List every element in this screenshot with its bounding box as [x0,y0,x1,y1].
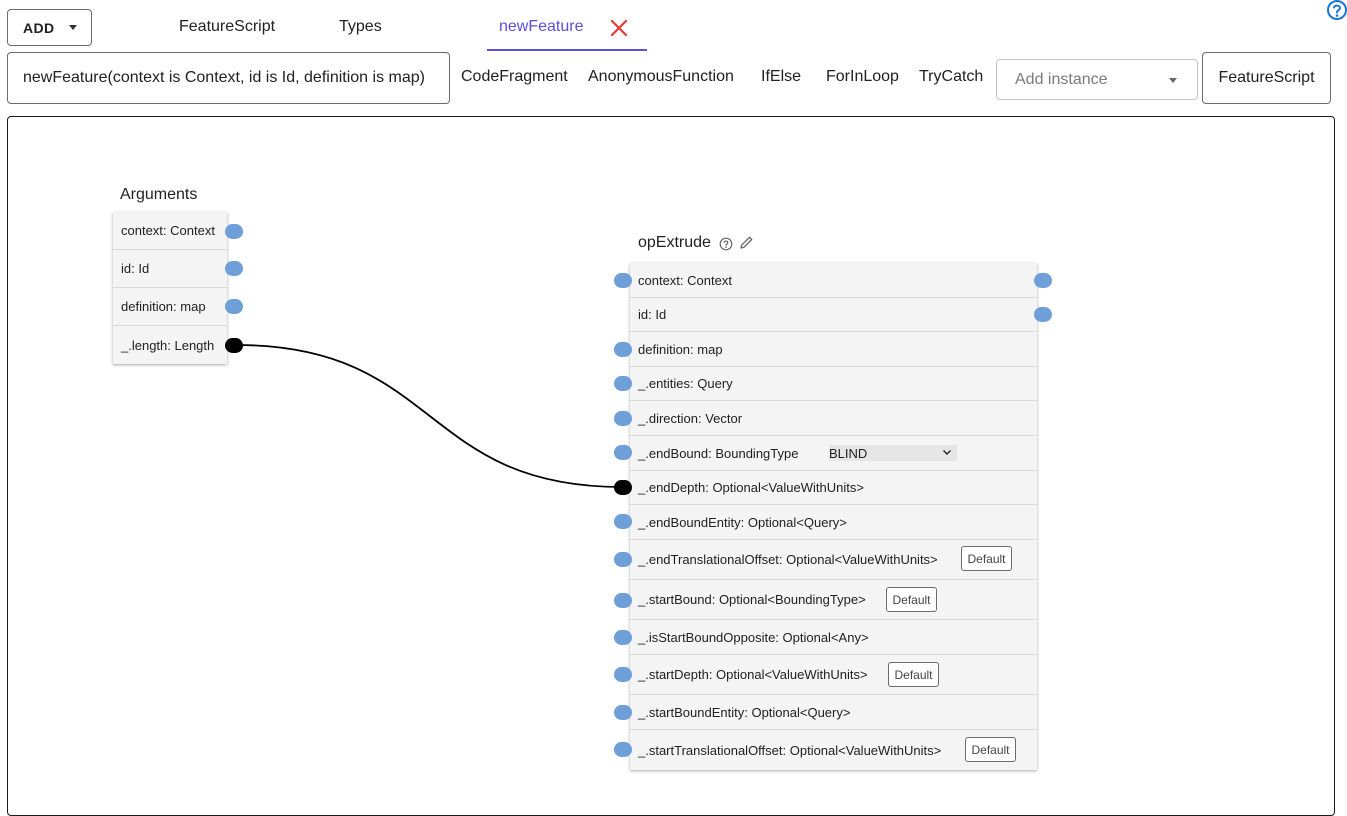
param-label: _.entities: Query [638,376,733,391]
input-port[interactable] [614,667,632,682]
snippet-forinloop[interactable]: ForInLoop [826,68,899,86]
add-instance-placeholder: Add instance [1015,70,1108,88]
arguments-node-title: Arguments [120,186,198,203]
caret-down-icon [68,25,77,30]
param-row-endtranslationaloffset[interactable]: _.endTranslationalOffset: Optional<Value… [630,540,1037,580]
help-icon[interactable] [719,237,733,251]
param-row-direction[interactable]: _.direction: Vector [630,401,1037,436]
active-tab-indicator [487,49,647,51]
argument-label: id: Id [121,261,150,276]
input-port[interactable] [614,705,632,720]
add-dropdown-button[interactable]: ADD [7,9,92,46]
featurescript-button[interactable]: FeatureScript [1202,52,1331,104]
output-port[interactable] [1034,307,1052,322]
param-label: _.startDepth: Optional<ValueWithUnits> [638,667,868,682]
param-label: _.startBound: Optional<BoundingType> [638,592,866,607]
param-label: _.endDepth: Optional<ValueWithUnits> [638,480,864,495]
input-port-connected[interactable] [614,480,632,495]
default-button[interactable]: Default [961,546,1012,571]
param-label: _.startBoundEntity: Optional<Query> [638,704,851,720]
param-label: _.endBoundEntity: Optional<Query> [638,514,847,530]
argument-row-definition[interactable]: definition: map [113,288,227,326]
output-port[interactable] [225,299,243,314]
op-extrude-node[interactable]: context: Context id: Id definition: map … [630,263,1037,770]
snippet-codefragment[interactable]: CodeFragment [461,68,568,86]
param-row-entities[interactable]: _.entities: Query [630,367,1037,401]
param-label: _.endBound: BoundingType [638,445,799,461]
param-row-context[interactable]: context: Context [630,263,1037,298]
edit-pencil-icon[interactable] [739,235,754,250]
input-port[interactable] [614,593,632,608]
argument-label: context: Context [121,223,215,238]
param-row-isstartboundopposite[interactable]: _.isStartBoundOpposite: Optional<Any> [630,620,1037,655]
default-button[interactable]: Default [886,587,937,612]
tab-types[interactable]: Types [339,18,382,36]
param-row-startdepth[interactable]: _.startDepth: Optional<ValueWithUnits> D… [630,655,1037,695]
param-row-definition[interactable]: definition: map [630,332,1037,367]
param-label: id: Id [638,307,667,322]
param-label: definition: map [638,341,723,357]
input-port[interactable] [614,411,632,426]
close-icon[interactable] [608,17,630,39]
add-instance-select[interactable]: Add instance [996,59,1198,100]
argument-row-length[interactable]: _.length: Length [113,326,227,364]
argument-row-id[interactable]: id: Id [113,250,227,288]
snippet-trycatch[interactable]: TryCatch [919,68,983,86]
param-row-endboundentity[interactable]: _.endBoundEntity: Optional<Query> [630,505,1037,540]
param-row-starttranslationaloffset[interactable]: _.startTranslationalOffset: Optional<Val… [630,730,1037,770]
default-button[interactable]: Default [965,737,1016,762]
endbound-select[interactable]: BLIND [829,445,957,461]
output-port[interactable] [225,224,243,239]
add-button-label: ADD [23,19,55,36]
input-port[interactable] [614,342,632,357]
param-row-startboundentity[interactable]: _.startBoundEntity: Optional<Query> [630,695,1037,730]
function-signature-field[interactable]: newFeature(context is Context, id is Id,… [7,52,450,104]
input-port[interactable] [614,445,632,460]
input-port[interactable] [614,630,632,645]
param-row-enddepth[interactable]: _.endDepth: Optional<ValueWithUnits> [630,471,1037,505]
input-port[interactable] [614,742,632,757]
argument-label: definition: map [121,299,206,314]
param-label: context: Context [638,272,732,288]
snippet-anonymousfunction[interactable]: AnonymousFunction [588,68,734,86]
default-button[interactable]: Default [888,662,939,687]
argument-row-context[interactable]: context: Context [113,212,227,250]
chevron-down-icon [943,450,951,455]
tab-newfeature[interactable]: newFeature [499,18,584,36]
param-row-startbound[interactable]: _.startBound: Optional<BoundingType> Def… [630,580,1037,620]
snippet-ifelse[interactable]: IfElse [761,68,801,86]
input-port[interactable] [614,273,632,288]
endbound-select-value: BLIND [829,445,868,461]
op-node-title: opExtrude [638,234,711,251]
caret-down-icon [1169,78,1177,83]
param-label: _.startTranslationalOffset: Optional<Val… [638,742,942,758]
param-row-endbound[interactable]: _.endBound: BoundingType BLIND [630,436,1037,471]
param-row-id[interactable]: id: Id [630,298,1037,332]
help-icon[interactable] [1326,0,1347,22]
arguments-node[interactable]: context: Context id: Id definition: map … [113,212,227,364]
argument-label: _.length: Length [121,337,215,353]
input-port[interactable] [614,514,632,529]
param-label: _.isStartBoundOpposite: Optional<Any> [638,629,869,645]
tab-featurescript[interactable]: FeatureScript [179,18,275,36]
param-label: _.endTranslationalOffset: Optional<Value… [638,552,938,567]
function-signature-text: newFeature(context is Context, id is Id,… [23,69,425,86]
output-port-connected[interactable] [225,338,243,353]
output-port[interactable] [225,261,243,276]
output-port[interactable] [1034,273,1052,288]
input-port[interactable] [614,376,632,391]
input-port[interactable] [614,552,632,567]
param-label: _.direction: Vector [638,410,743,426]
